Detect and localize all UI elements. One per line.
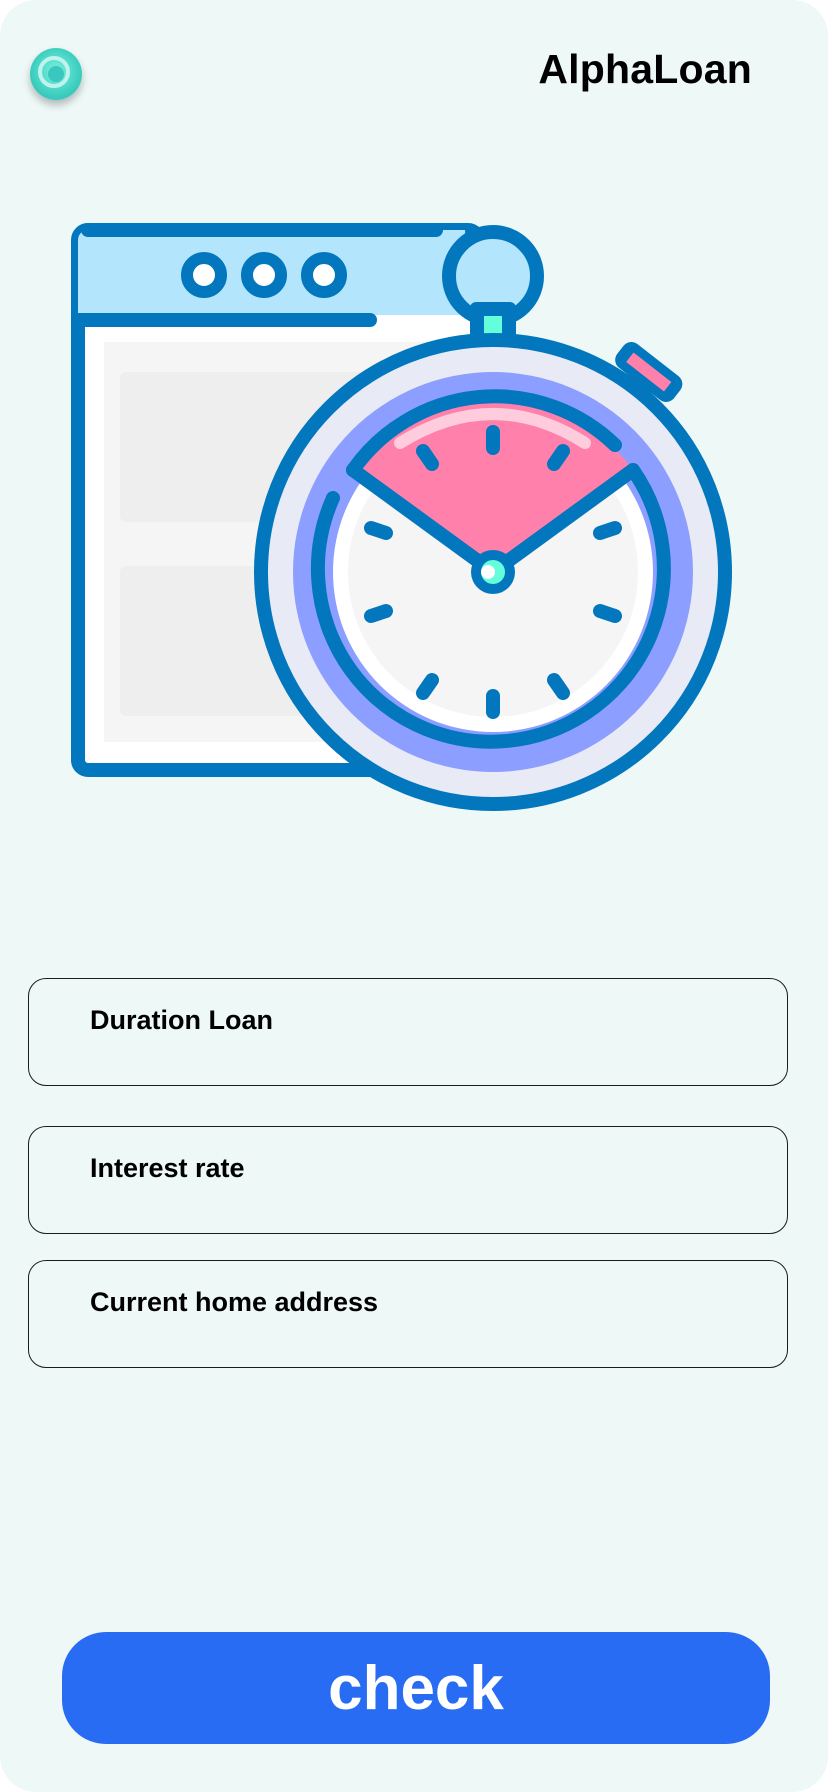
duration-loan-input[interactable] [89, 1039, 757, 1075]
target-ring-icon[interactable] [30, 48, 82, 100]
app-title: AlphaLoan [538, 46, 752, 92]
check-button[interactable]: check [62, 1632, 770, 1744]
interest-rate-field[interactable]: Interest rate [28, 1126, 788, 1234]
home-address-label: Current home address [90, 1287, 379, 1317]
duration-loan-field[interactable]: Duration Loan [28, 978, 788, 1086]
home-address-field[interactable]: Current home address [28, 1260, 788, 1368]
duration-loan-label: Duration Loan [90, 1005, 273, 1035]
app-screen: AlphaLoan Duration Loan Interest rate Cu… [0, 0, 828, 1792]
stopwatch-illustration [71, 223, 732, 811]
interest-rate-input[interactable] [89, 1187, 757, 1223]
interest-rate-label: Interest rate [90, 1153, 245, 1183]
home-address-input[interactable] [89, 1321, 757, 1357]
